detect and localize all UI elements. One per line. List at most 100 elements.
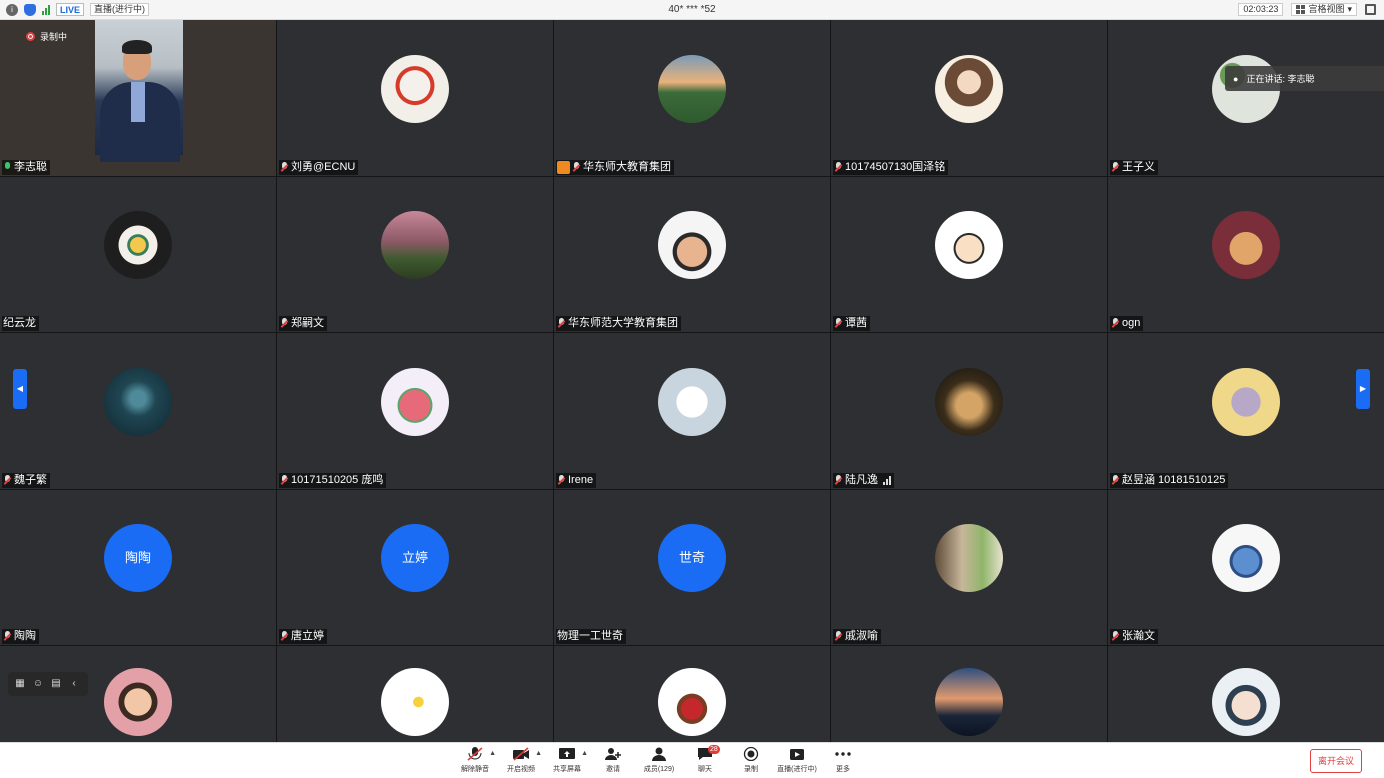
- participant-name-tag: 刘勇@ECNU: [279, 159, 359, 175]
- avatar: 立婷: [381, 524, 449, 593]
- participant-tile[interactable]: [831, 646, 1107, 742]
- invite-button[interactable]: 邀请: [590, 747, 636, 774]
- emoji-icon[interactable]: ☺: [32, 678, 44, 690]
- start-video-label: 开启视频: [507, 766, 535, 773]
- mic-muted-icon: [834, 318, 843, 329]
- record-icon: [743, 747, 759, 761]
- meeting-timer: 02:03:23: [1238, 3, 1284, 16]
- recording-label: 录制中: [40, 32, 68, 42]
- participant-tile[interactable]: [277, 646, 553, 742]
- participant-tile[interactable]: 纪云龙: [0, 176, 276, 332]
- subtitle-icon[interactable]: ▤: [50, 678, 62, 690]
- previous-page-button[interactable]: ◀: [13, 369, 27, 409]
- mic-muted-icon: [3, 631, 12, 642]
- invite-label: 邀请: [606, 766, 620, 773]
- mic-muted-icon: [1111, 318, 1120, 329]
- avatar: [935, 54, 1003, 123]
- participant-tile[interactable]: ogn: [1108, 176, 1384, 332]
- share-screen-button[interactable]: ▲ 共享屏幕: [544, 747, 590, 774]
- participant-tile[interactable]: 魏子繁: [0, 333, 276, 489]
- avatar: [935, 367, 1003, 436]
- participant-name-tag: 魏子繁: [2, 472, 50, 488]
- avatar: [104, 367, 172, 436]
- participant-tile[interactable]: 10171510205 庞鸣: [277, 333, 553, 489]
- video-grid: 录制中 李志聪 刘勇@ECNU 华东师大教育集团 10174507130国泽铭 …: [0, 20, 1384, 742]
- avatar: [935, 668, 1003, 736]
- live-stream-button[interactable]: 直播(进行中): [774, 747, 820, 774]
- participant-tile[interactable]: 华东师大教育集团: [554, 20, 830, 176]
- chevron-up-icon[interactable]: ▲: [489, 750, 496, 757]
- participant-tile[interactable]: Irene: [554, 333, 830, 489]
- avatar: [104, 211, 172, 280]
- members-button[interactable]: 成员(129): [636, 747, 682, 774]
- avatar: [658, 54, 726, 123]
- participant-name-tag: 华东师大教育集团: [556, 159, 674, 175]
- record-button[interactable]: 录制: [728, 747, 774, 774]
- fullscreen-icon[interactable]: [1365, 4, 1376, 15]
- participant-name: 物理一工世奇: [557, 630, 623, 642]
- host-icon: [557, 160, 570, 174]
- network-signal-icon: [883, 475, 891, 485]
- start-video-button[interactable]: ▲ 开启视频: [498, 747, 544, 774]
- unmute-button[interactable]: ▲ 解除静音: [452, 747, 498, 774]
- participant-tile[interactable]: 10174507130国泽铭: [831, 20, 1107, 176]
- next-page-button[interactable]: ▶: [1356, 369, 1370, 409]
- participant-tile[interactable]: 张瀚文: [1108, 489, 1384, 645]
- participant-tile[interactable]: 华东师范大学教育集团: [554, 176, 830, 332]
- participant-tile[interactable]: 戚淑喻: [831, 489, 1107, 645]
- participant-name-tag: 唐立婷: [279, 629, 327, 644]
- chevron-up-icon[interactable]: ▲: [535, 750, 542, 757]
- video-person-hair: [122, 40, 152, 54]
- participant-tile[interactable]: [554, 646, 830, 742]
- participant-tile[interactable]: 立婷 唐立婷: [277, 489, 553, 645]
- participant-name-tag: 赵昱涵 10181510125: [1110, 472, 1229, 488]
- view-mode-button[interactable]: 宫格视图 ▾: [1291, 3, 1357, 16]
- participant-tile[interactable]: 世奇 物理一工世奇: [554, 489, 830, 645]
- avatar: [1212, 367, 1280, 436]
- mic-muted-icon: [1111, 631, 1120, 642]
- more-button[interactable]: 更多: [820, 747, 866, 774]
- participant-tile[interactable]: 陶陶 陶陶: [0, 489, 276, 645]
- share-screen-label: 共享屏幕: [553, 766, 581, 773]
- collapse-icon[interactable]: ‹: [68, 678, 80, 690]
- more-icon: [835, 752, 851, 756]
- participant-tile[interactable]: 赵昱涵 10181510125: [1108, 333, 1384, 489]
- mic-muted-icon: [280, 318, 289, 329]
- layout-icon[interactable]: ▦: [14, 678, 26, 690]
- chat-button[interactable]: 28 聊天: [682, 745, 728, 774]
- participant-tile[interactable]: 刘勇@ECNU: [277, 20, 553, 176]
- participant-tile[interactable]: 录制中 李志聪: [0, 20, 276, 176]
- mic-muted-icon: [834, 474, 843, 486]
- participant-name-tag: 华东师范大学教育集团: [556, 316, 681, 331]
- participant-tile[interactable]: [1108, 646, 1384, 742]
- avatar: [104, 668, 172, 736]
- avatar: [381, 211, 449, 280]
- participant-name-tag: 纪云龙: [2, 316, 39, 331]
- participant-name: 谭茜: [845, 317, 867, 329]
- title-bar: i LIVE 直播(进行中) 40* *** *52 02:03:23 宫格视图…: [0, 0, 1384, 20]
- more-label: 更多: [836, 766, 850, 773]
- participant-tile[interactable]: 谭茜: [831, 176, 1107, 332]
- avatar: [1212, 524, 1280, 593]
- chevron-left-icon: ◀: [16, 384, 24, 393]
- participant-name: 华东师范大学教育集团: [568, 317, 678, 329]
- participant-name-tag: 谭茜: [833, 316, 870, 331]
- participant-tile[interactable]: 郑嗣文: [277, 176, 553, 332]
- chevron-up-icon[interactable]: ▲: [581, 750, 588, 757]
- live-stream-label: 直播(进行中): [777, 766, 817, 773]
- mic-muted-icon: [280, 631, 289, 642]
- participant-tile[interactable]: 王子义: [1108, 20, 1384, 176]
- avatar: [658, 367, 726, 436]
- leave-meeting-button[interactable]: 离开会议: [1310, 749, 1362, 773]
- mic-muted-icon: [572, 161, 581, 173]
- participant-name: 陶陶: [14, 630, 36, 642]
- record-dot-icon: [26, 32, 35, 41]
- participant-name-tag: 10171510205 庞鸣: [279, 472, 387, 488]
- participant-tile[interactable]: 陆凡逸: [831, 333, 1107, 489]
- live-stream-icon: [790, 749, 804, 760]
- avatar: [381, 54, 449, 123]
- participant-name: 郑嗣文: [291, 317, 324, 329]
- participant-name: 戚淑喻: [845, 630, 878, 642]
- video-person-shirt: [131, 82, 145, 122]
- participant-name-tag: 陆凡逸: [833, 472, 894, 488]
